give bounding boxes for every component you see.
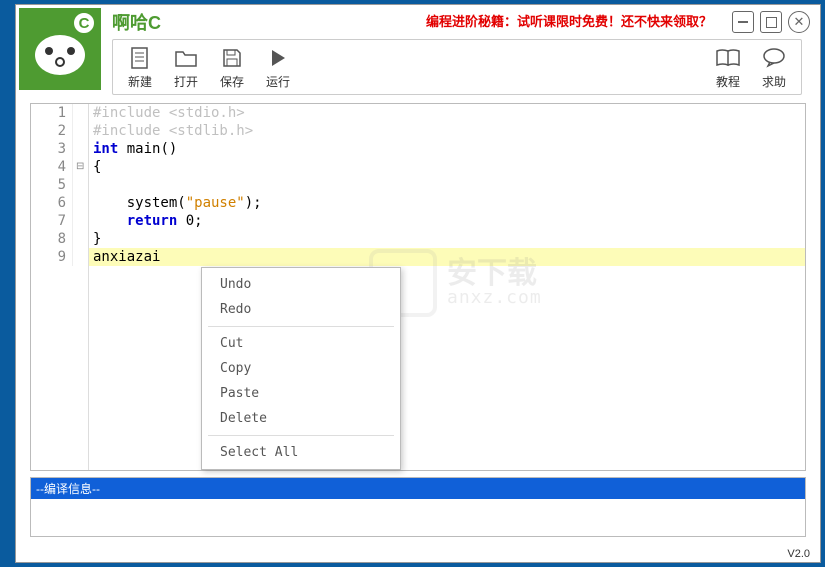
help-button[interactable]: 求助 — [751, 45, 797, 90]
run-button[interactable]: 运行 — [255, 45, 301, 90]
code-line[interactable]: } — [89, 230, 805, 248]
maximize-button[interactable] — [760, 11, 782, 33]
code-line[interactable]: system("pause"); — [89, 194, 805, 212]
line-gutter: 123456789 ⊟ — [31, 104, 89, 470]
app-logo: C — [19, 8, 101, 90]
code-line[interactable]: { — [89, 158, 805, 176]
code-line[interactable]: anxiazai — [89, 248, 805, 266]
fold-icon[interactable]: ⊟ — [76, 161, 84, 172]
line-number: 7 — [31, 212, 72, 230]
line-number: 3 — [31, 140, 72, 158]
line-number: 1 — [31, 104, 72, 122]
menu-redo[interactable]: Redo — [202, 297, 400, 322]
code-editor[interactable]: 123456789 ⊟ #include <stdio.h>#include <… — [30, 103, 806, 471]
output-title: --编译信息-- — [31, 478, 805, 499]
play-icon — [265, 45, 291, 71]
close-button[interactable] — [788, 11, 810, 33]
save-icon — [219, 45, 245, 71]
code-line[interactable] — [89, 176, 805, 194]
new-button[interactable]: 新建 — [117, 45, 163, 90]
line-number: 5 — [31, 176, 72, 194]
line-number: 4 — [31, 158, 72, 176]
promo-link[interactable]: 编程进阶秘籍：试听课限时免费！还不快来领取？ — [426, 11, 712, 30]
window-controls — [732, 11, 810, 33]
book-icon — [715, 45, 741, 71]
tutorial-button[interactable]: 教程 — [705, 45, 751, 90]
version-label: V2.0 — [787, 548, 810, 560]
open-button[interactable]: 打开 — [163, 45, 209, 90]
line-number: 8 — [31, 230, 72, 248]
file-icon — [127, 45, 153, 71]
folder-icon — [173, 45, 199, 71]
code-line[interactable]: int main() — [89, 140, 805, 158]
menu-cut[interactable]: Cut — [202, 331, 400, 356]
menu-undo[interactable]: Undo — [202, 272, 400, 297]
line-number: 2 — [31, 122, 72, 140]
save-button[interactable]: 保存 — [209, 45, 255, 90]
line-number: 6 — [31, 194, 72, 212]
toolbar: 新建 打开 保存 运行 — [112, 39, 802, 95]
line-number: 9 — [31, 248, 72, 266]
context-menu: Undo Redo Cut Copy Paste Delete Select A… — [201, 267, 401, 470]
app-window: C 啊哈C 新建 打开 — [15, 4, 821, 563]
output-panel: --编译信息-- — [30, 477, 806, 537]
menu-paste[interactable]: Paste — [202, 381, 400, 406]
logo-c-badge: C — [73, 12, 95, 34]
header: C 啊哈C 新建 打开 — [16, 5, 820, 93]
menu-copy[interactable]: Copy — [202, 356, 400, 381]
menu-select-all[interactable]: Select All — [202, 440, 400, 465]
code-line[interactable]: #include <stdio.h> — [89, 104, 805, 122]
code-area[interactable]: #include <stdio.h>#include <stdlib.h>int… — [89, 104, 805, 470]
code-line[interactable]: return 0; — [89, 212, 805, 230]
speech-icon — [761, 45, 787, 71]
minimize-button[interactable] — [732, 11, 754, 33]
menu-delete[interactable]: Delete — [202, 406, 400, 431]
code-line[interactable]: #include <stdlib.h> — [89, 122, 805, 140]
